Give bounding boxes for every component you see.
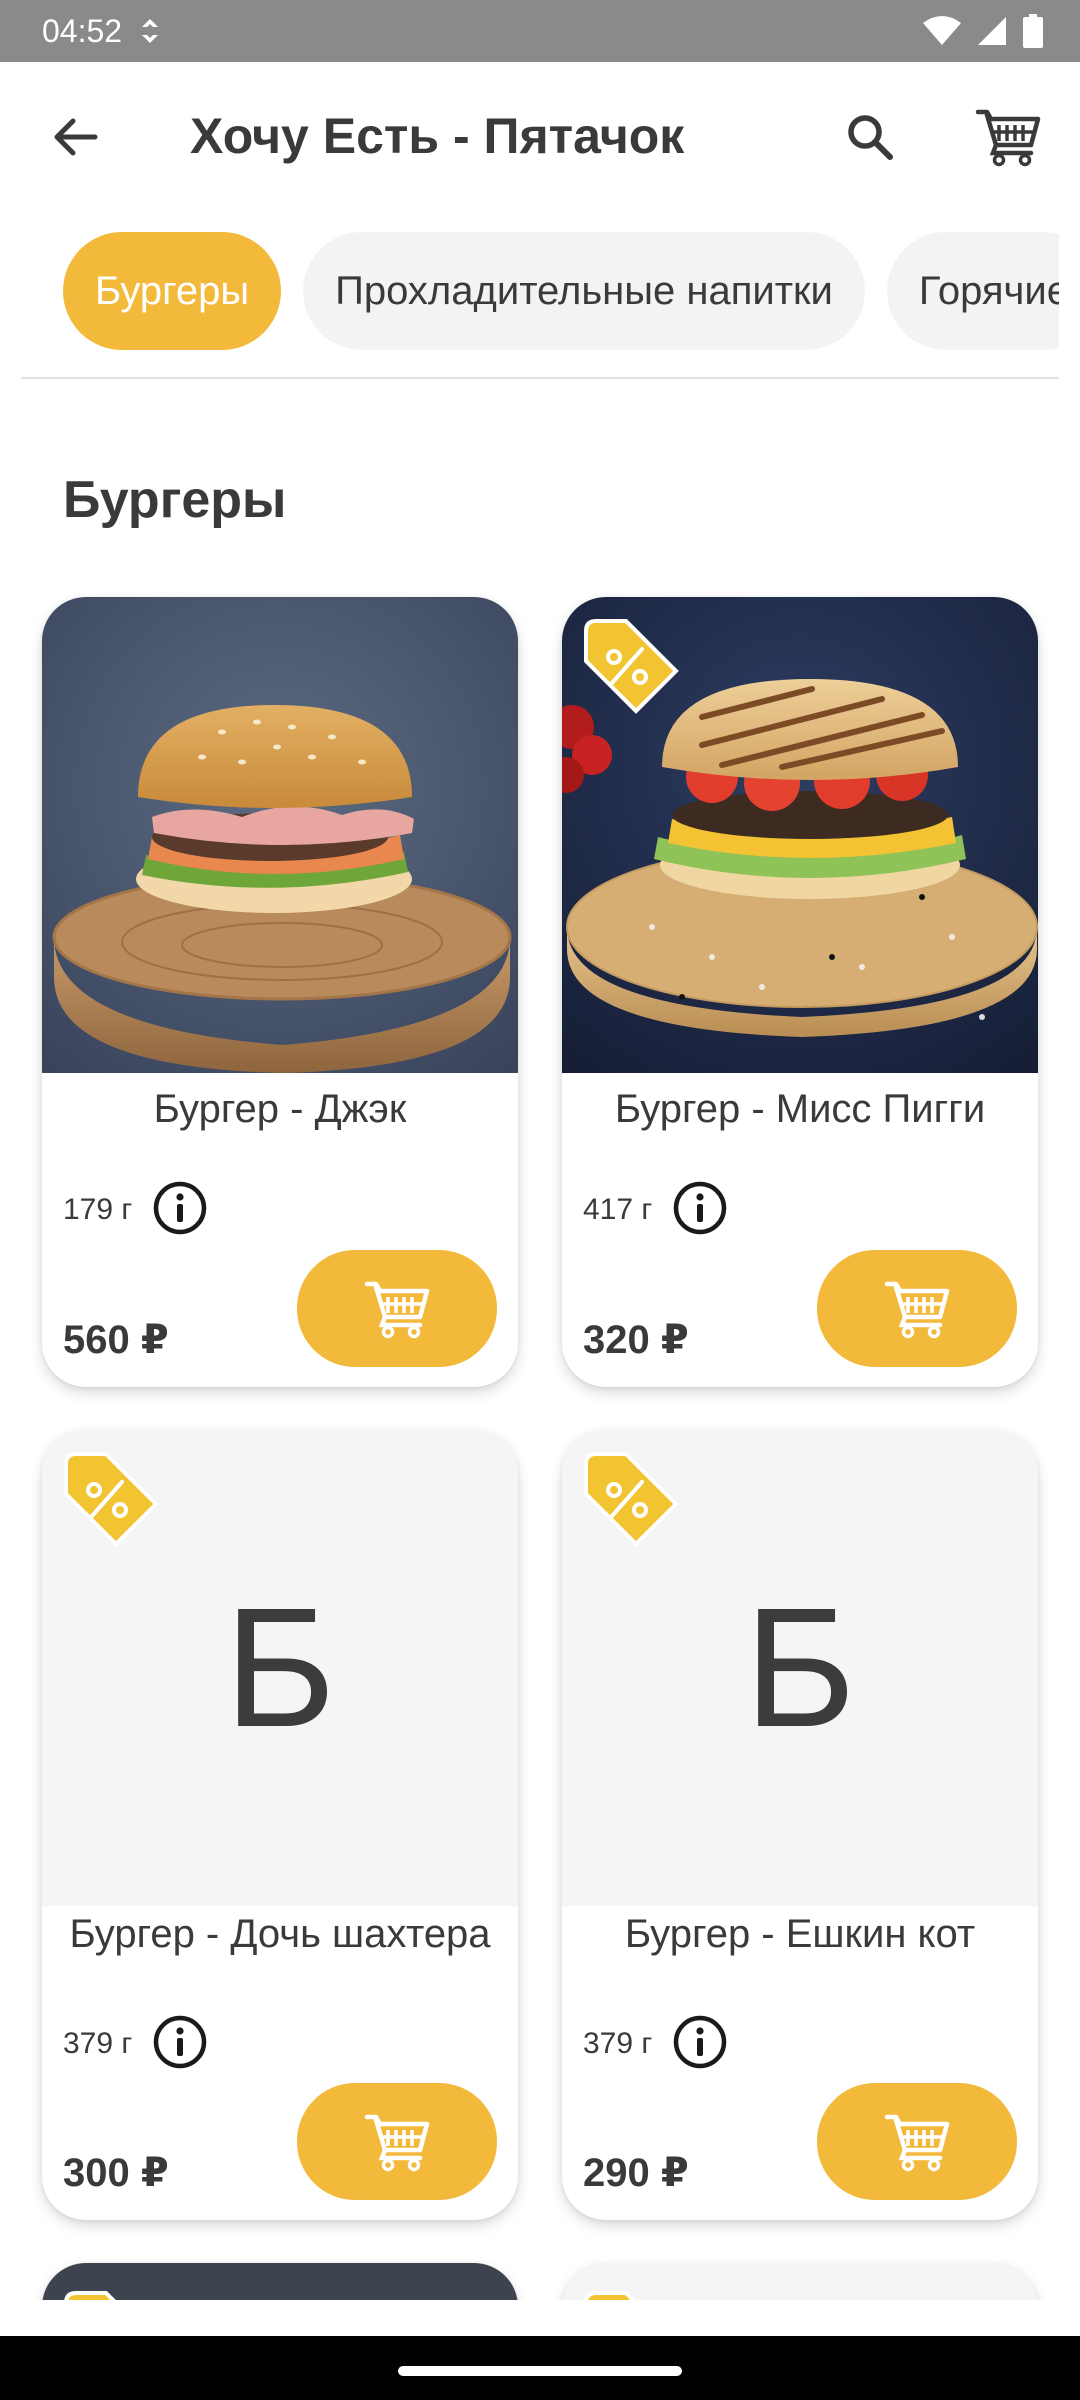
info-icon	[153, 1181, 207, 1235]
discount-tag-icon	[584, 1452, 679, 1547]
product-weight: 179 г	[63, 1193, 133, 1226]
info-icon	[673, 1181, 727, 1235]
info-button[interactable]	[672, 2014, 728, 2070]
product-price: 320 ₽	[583, 1318, 689, 1362]
product-price: 560 ₽	[63, 1318, 169, 1362]
product-name: Бургер - Джэк	[153, 1087, 407, 1131]
product-grid: Бургер - Джэк 179 г 560 ₽ Бургер - Мисс …	[0, 0, 1080, 2300]
product-weight: 379 г	[583, 2027, 653, 2060]
cart-icon	[364, 1281, 430, 1338]
info-button[interactable]	[152, 1180, 208, 1236]
product-name: Бургер - Дочь шахтера	[69, 1912, 491, 1956]
product-card[interactable]: Б Бургер - Дочь шахтера 379 г 300 ₽	[42, 1430, 518, 2220]
info-button[interactable]	[672, 1180, 728, 1236]
info-button[interactable]	[152, 2014, 208, 2070]
product-card[interactable]	[42, 2263, 518, 2300]
cart-icon	[884, 2114, 950, 2171]
product-weight: 379 г	[63, 2027, 133, 2060]
home-gesture-handle[interactable]	[398, 2366, 682, 2376]
discount-tag-icon	[584, 619, 679, 714]
product-price: 300 ₽	[63, 2151, 169, 2195]
product-name: Бургер - Мисс Пигги	[614, 1087, 986, 1131]
product-photo	[42, 597, 518, 1073]
add-to-cart-button[interactable]	[297, 2083, 497, 2200]
product-card[interactable]	[562, 2263, 1038, 2300]
add-to-cart-button[interactable]	[817, 2083, 1017, 2200]
discount-tag-icon	[64, 2291, 116, 2300]
system-nav-bar	[0, 2336, 1080, 2400]
info-icon	[153, 2015, 207, 2069]
add-to-cart-button[interactable]	[817, 1250, 1017, 1367]
product-weight: 417 г	[583, 1193, 653, 1226]
product-card[interactable]: Бургер - Мисс Пигги 417 г 320 ₽	[562, 597, 1038, 1387]
discount-tag-icon	[584, 2291, 636, 2300]
add-to-cart-button[interactable]	[297, 1250, 497, 1367]
product-price: 290 ₽	[583, 2151, 689, 2195]
cart-icon	[884, 1281, 950, 1338]
product-name: Бургер - Ешкин кот	[624, 1912, 976, 1956]
product-card[interactable]: Б Бургер - Ешкин кот 379 г 290 ₽	[562, 1430, 1038, 2220]
discount-tag-icon	[64, 1452, 159, 1547]
product-card[interactable]: Бургер - Джэк 179 г 560 ₽	[42, 597, 518, 1387]
info-icon	[673, 2015, 727, 2069]
cart-icon	[364, 2114, 430, 2171]
